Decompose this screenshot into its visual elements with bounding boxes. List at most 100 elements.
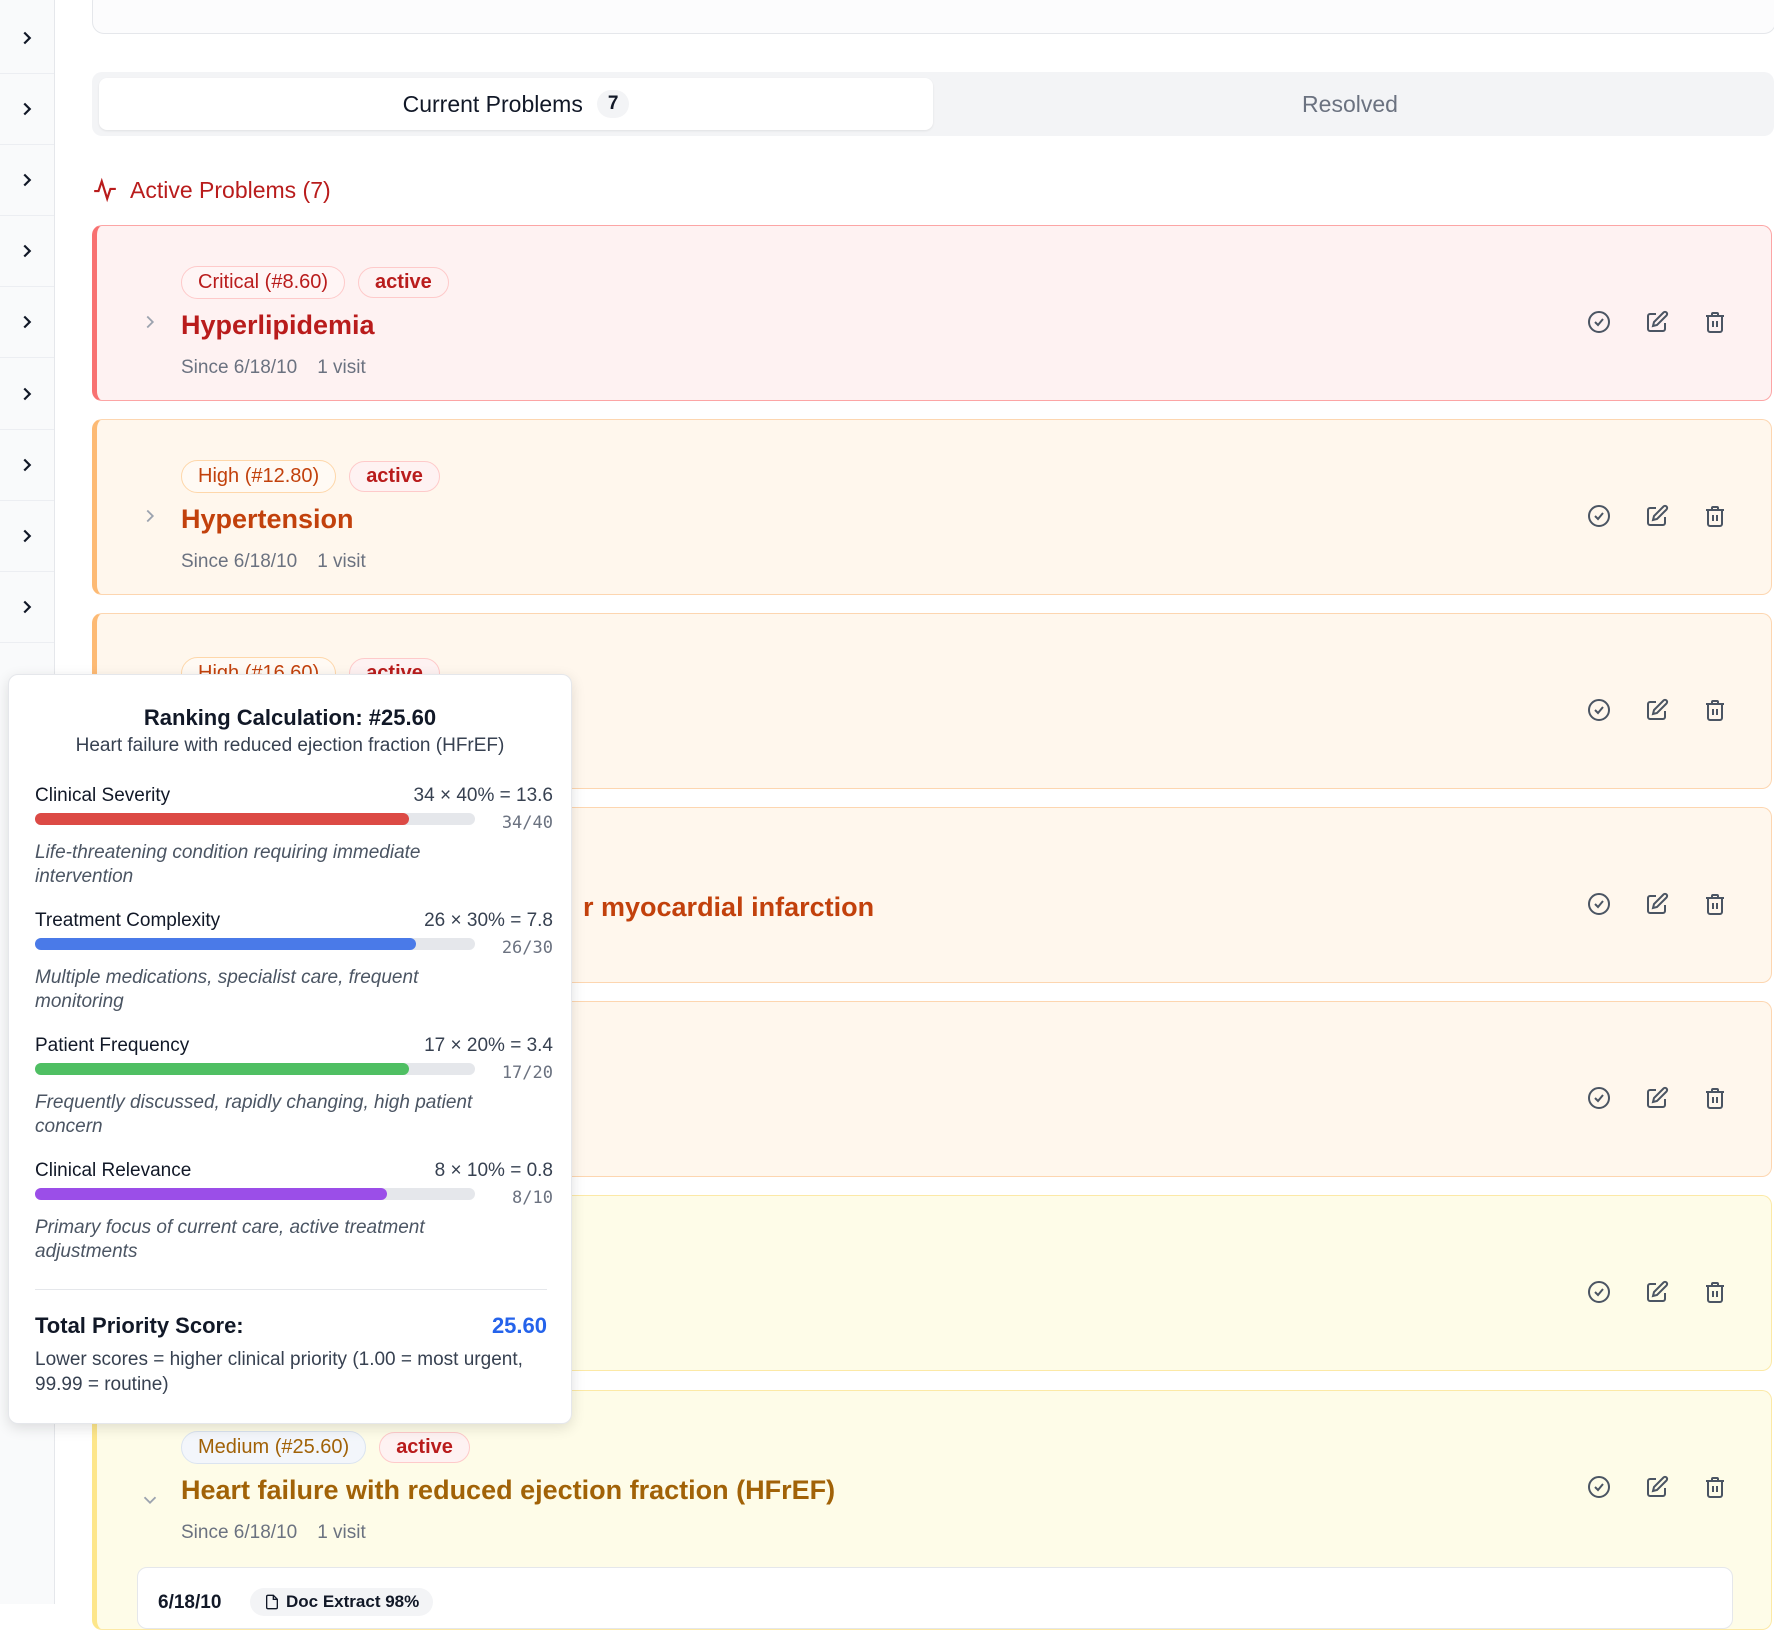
factor-description: Multiple medications, specialist care, f… bbox=[35, 967, 419, 1012]
tooltip-subtitle: Heart failure with reduced ejection frac… bbox=[75, 735, 505, 756]
sidebar-expand-4[interactable] bbox=[0, 215, 54, 287]
sidebar-expand-7[interactable] bbox=[0, 429, 54, 501]
status-badge: active bbox=[379, 1432, 470, 1463]
problem-since: Since 6/18/10 bbox=[181, 357, 298, 378]
sidebar-expand-6[interactable] bbox=[0, 358, 54, 430]
problem-visits: 1 visit bbox=[317, 1522, 366, 1543]
factor-clinical-relevance: Clinical Relevance 8 × 10% = 0.8 8/10 Pr… bbox=[35, 1160, 553, 1280]
severity-badge: High (#12.80) bbox=[181, 460, 337, 493]
resolve-check-icon[interactable] bbox=[1587, 1475, 1611, 1499]
trash-icon[interactable] bbox=[1703, 310, 1727, 334]
total-score-value: 25.60 bbox=[491, 1313, 547, 1338]
section-title-text: Active Problems (7) bbox=[130, 176, 331, 203]
activity-icon bbox=[94, 177, 116, 203]
factor-calc: 26 × 30% = 7.8 bbox=[424, 910, 553, 931]
factor-description: Frequently discussed, rapidly changing, … bbox=[35, 1092, 473, 1137]
factor-bar-fill bbox=[35, 1063, 409, 1075]
sidebar-expand-9[interactable] bbox=[0, 571, 54, 643]
problem-since: Since 6/18/10 bbox=[181, 551, 298, 572]
edit-icon[interactable] bbox=[1645, 1280, 1669, 1304]
top-panel bbox=[92, 0, 1774, 34]
source-chip: Doc Extract 98% bbox=[250, 1588, 434, 1616]
factor-name: Clinical Relevance bbox=[35, 1160, 192, 1181]
edit-icon[interactable] bbox=[1645, 1475, 1669, 1499]
factor-bar-fill bbox=[35, 938, 417, 950]
tab-resolved[interactable]: Resolved bbox=[933, 78, 1767, 130]
sidebar-expand-8[interactable] bbox=[0, 500, 54, 572]
problem-visits: 1 visit bbox=[317, 357, 366, 378]
tab-label: Resolved bbox=[1302, 90, 1398, 117]
resolve-check-icon[interactable] bbox=[1587, 1086, 1611, 1110]
chevron-right-icon bbox=[23, 387, 32, 400]
chevron-right-icon bbox=[23, 244, 32, 257]
factor-bar-fill bbox=[35, 813, 409, 825]
resolve-check-icon[interactable] bbox=[1587, 1280, 1611, 1304]
factor-calc: 34 × 40% = 13.6 bbox=[413, 785, 553, 806]
problem-visits: 1 visit bbox=[317, 551, 366, 572]
visit-date: 6/18/10 bbox=[158, 1592, 222, 1613]
trash-icon[interactable] bbox=[1703, 1475, 1727, 1499]
chevron-right-icon bbox=[23, 600, 32, 613]
chevron-right-icon bbox=[23, 458, 32, 471]
tooltip-divider bbox=[35, 1289, 547, 1290]
edit-icon[interactable] bbox=[1645, 504, 1669, 528]
chevron-down-icon[interactable] bbox=[139, 1489, 161, 1511]
tab-current-problems[interactable]: Current Problems 7 bbox=[99, 78, 933, 130]
chevron-right-icon[interactable] bbox=[139, 311, 161, 333]
factor-description: Life-threatening condition requiring imm… bbox=[35, 842, 421, 887]
visit-detail: 6/18/10 Doc Extract 98% bbox=[137, 1567, 1733, 1629]
tooltip-title: Ranking Calculation: #25.60 bbox=[143, 705, 437, 730]
resolve-check-icon[interactable] bbox=[1587, 698, 1611, 722]
ranking-tooltip: Ranking Calculation: #25.60 Heart failur… bbox=[8, 674, 572, 1424]
source-label: Doc Extract 98% bbox=[286, 1592, 420, 1611]
problem-title-visible: r myocardial infarction bbox=[583, 892, 875, 922]
factor-ratio: 8/10 bbox=[512, 1188, 553, 1208]
problem-tabs: Current Problems 7 Resolved bbox=[92, 72, 1774, 136]
factor-bar-track bbox=[35, 813, 475, 825]
sidebar-expand-5[interactable] bbox=[0, 286, 54, 358]
edit-icon[interactable] bbox=[1645, 310, 1669, 334]
problem-card[interactable]: High (#12.80) active Hypertension Since … bbox=[92, 419, 1772, 595]
problem-card-expanded[interactable]: Medium (#25.60) active Heart failure wit… bbox=[92, 1390, 1772, 1630]
trash-icon[interactable] bbox=[1703, 698, 1727, 722]
problem-title: Hypertension bbox=[181, 504, 354, 534]
edit-icon[interactable] bbox=[1645, 892, 1669, 916]
trash-icon[interactable] bbox=[1703, 1086, 1727, 1110]
resolve-check-icon[interactable] bbox=[1587, 892, 1611, 916]
factor-ratio: 34/40 bbox=[501, 813, 553, 833]
factor-ratio: 26/30 bbox=[501, 938, 553, 958]
tab-count-badge: 7 bbox=[596, 90, 630, 118]
score-note: Lower scores = higher clinical priority … bbox=[35, 1349, 523, 1395]
severity-badge: Medium (#25.60) bbox=[181, 1431, 367, 1464]
factor-bar-track bbox=[35, 1188, 475, 1200]
edit-icon[interactable] bbox=[1645, 1086, 1669, 1110]
trash-icon[interactable] bbox=[1703, 1280, 1727, 1304]
factor-ratio: 17/20 bbox=[501, 1063, 553, 1083]
factor-clinical-severity: Clinical Severity 34 × 40% = 13.6 34/40 … bbox=[35, 785, 553, 905]
factor-name: Treatment Complexity bbox=[35, 910, 221, 931]
status-badge: active bbox=[358, 267, 449, 298]
tab-label: Current Problems bbox=[402, 90, 583, 117]
factor-treatment-complexity: Treatment Complexity 26 × 30% = 7.8 26/3… bbox=[35, 910, 553, 1030]
chevron-right-icon bbox=[23, 529, 32, 542]
trash-icon[interactable] bbox=[1703, 892, 1727, 916]
section-title: Active Problems (7) bbox=[92, 172, 331, 208]
status-badge: active bbox=[349, 461, 440, 492]
problem-title: Hyperlipidemia bbox=[181, 310, 375, 340]
problem-since: Since 6/18/10 bbox=[181, 1522, 298, 1543]
trash-icon[interactable] bbox=[1703, 504, 1727, 528]
edit-icon[interactable] bbox=[1645, 698, 1669, 722]
sidebar-expand-2[interactable] bbox=[0, 73, 54, 145]
sidebar-expand-3[interactable] bbox=[0, 144, 54, 216]
problem-title: Heart failure with reduced ejection frac… bbox=[181, 1475, 836, 1505]
sidebar-expand-1[interactable] bbox=[0, 2, 54, 74]
chevron-right-icon[interactable] bbox=[139, 505, 161, 527]
chevron-right-icon bbox=[23, 102, 32, 115]
problem-card[interactable]: Critical (#8.60) active Hyperlipidemia S… bbox=[92, 225, 1772, 401]
factor-name: Patient Frequency bbox=[35, 1035, 190, 1056]
factor-bar-fill bbox=[35, 1188, 387, 1200]
resolve-check-icon[interactable] bbox=[1587, 310, 1611, 334]
resolve-check-icon[interactable] bbox=[1587, 504, 1611, 528]
total-score-label: Total Priority Score: bbox=[35, 1313, 244, 1338]
chevron-right-icon bbox=[23, 31, 32, 44]
